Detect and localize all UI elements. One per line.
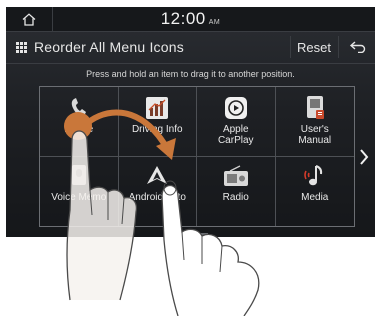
reset-button[interactable]: Reset <box>290 36 337 58</box>
page-title: Reorder All Menu Icons <box>34 39 184 55</box>
menu-item-driving-info[interactable]: Driving Info <box>118 87 197 157</box>
title-bar: Reorder All Menu Icons Reset <box>6 32 375 64</box>
menu-item-media[interactable]: Media <box>276 157 355 227</box>
voice-memo-icon <box>70 163 88 189</box>
menu-item-label: Radio <box>222 191 249 203</box>
infotainment-screen: 12:00 AM Reorder All Menu Icons Reset Pre… <box>6 7 375 237</box>
menu-item-label: Driving Info <box>131 124 183 135</box>
media-icon <box>303 163 327 189</box>
chevron-right-icon <box>360 149 369 165</box>
phone-icon <box>68 95 90 121</box>
users-manual-icon <box>304 95 326 121</box>
next-page-button[interactable] <box>355 137 373 177</box>
instruction-text: Press and hold an item to drag it to ano… <box>86 69 295 79</box>
menu-item-radio[interactable]: Radio <box>197 156 276 226</box>
status-bar: 12:00 AM <box>6 7 375 32</box>
menu-item-apple-carplay[interactable]: Apple CarPlay <box>197 87 276 157</box>
menu-item-label: Voice Memo <box>51 191 107 203</box>
page-indicator <box>176 233 208 235</box>
grid-menu-icon <box>16 41 27 53</box>
menu-item-label: Media <box>301 191 329 203</box>
page-dot-active <box>176 233 190 235</box>
menu-item-phone[interactable]: Phone <box>40 87 119 157</box>
clock: 12:00 AM <box>6 9 375 29</box>
menu-item-label: User's Manual <box>298 124 332 146</box>
apple-carplay-icon <box>224 95 248 121</box>
menu-item-users-manual[interactable]: User's Manual <box>275 87 354 157</box>
menu-item-label: Apple CarPlay <box>217 124 254 146</box>
title-wrap: Reorder All Menu Icons <box>16 39 184 55</box>
menu-item-voice-memo[interactable]: Voice Memo <box>40 156 119 226</box>
menu-item-label: Android Auto <box>128 191 186 203</box>
back-button[interactable] <box>338 36 375 58</box>
page-dot <box>194 233 208 235</box>
menu-item-android-auto[interactable]: Android Auto <box>119 156 197 226</box>
radio-icon <box>223 163 249 189</box>
android-auto-icon <box>145 163 169 189</box>
menu-item-label: Phone <box>64 124 94 135</box>
back-arrow-icon <box>349 41 365 53</box>
clock-time: 12:00 <box>160 9 206 28</box>
clock-ampm: AM <box>208 19 221 26</box>
driving-info-chart-icon <box>145 95 169 121</box>
menu-icon-grid: Phone Driving Info Apple CarPlay User's … <box>39 86 355 227</box>
